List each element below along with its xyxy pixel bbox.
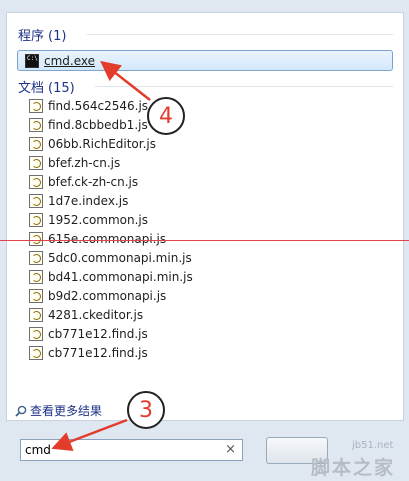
- arrow-to-search: [51, 418, 128, 452]
- step-3-badge: 3: [127, 391, 165, 429]
- step-4-badge: 4: [147, 97, 185, 135]
- watermark-site: jb51.net: [352, 440, 394, 451]
- step-3-number: 3: [139, 397, 153, 423]
- arrow-to-cmd: [100, 60, 151, 101]
- annotation-arrows: [51, 60, 151, 452]
- step-4-number: 4: [159, 103, 173, 129]
- watermark-brand: 脚本之家: [311, 457, 396, 479]
